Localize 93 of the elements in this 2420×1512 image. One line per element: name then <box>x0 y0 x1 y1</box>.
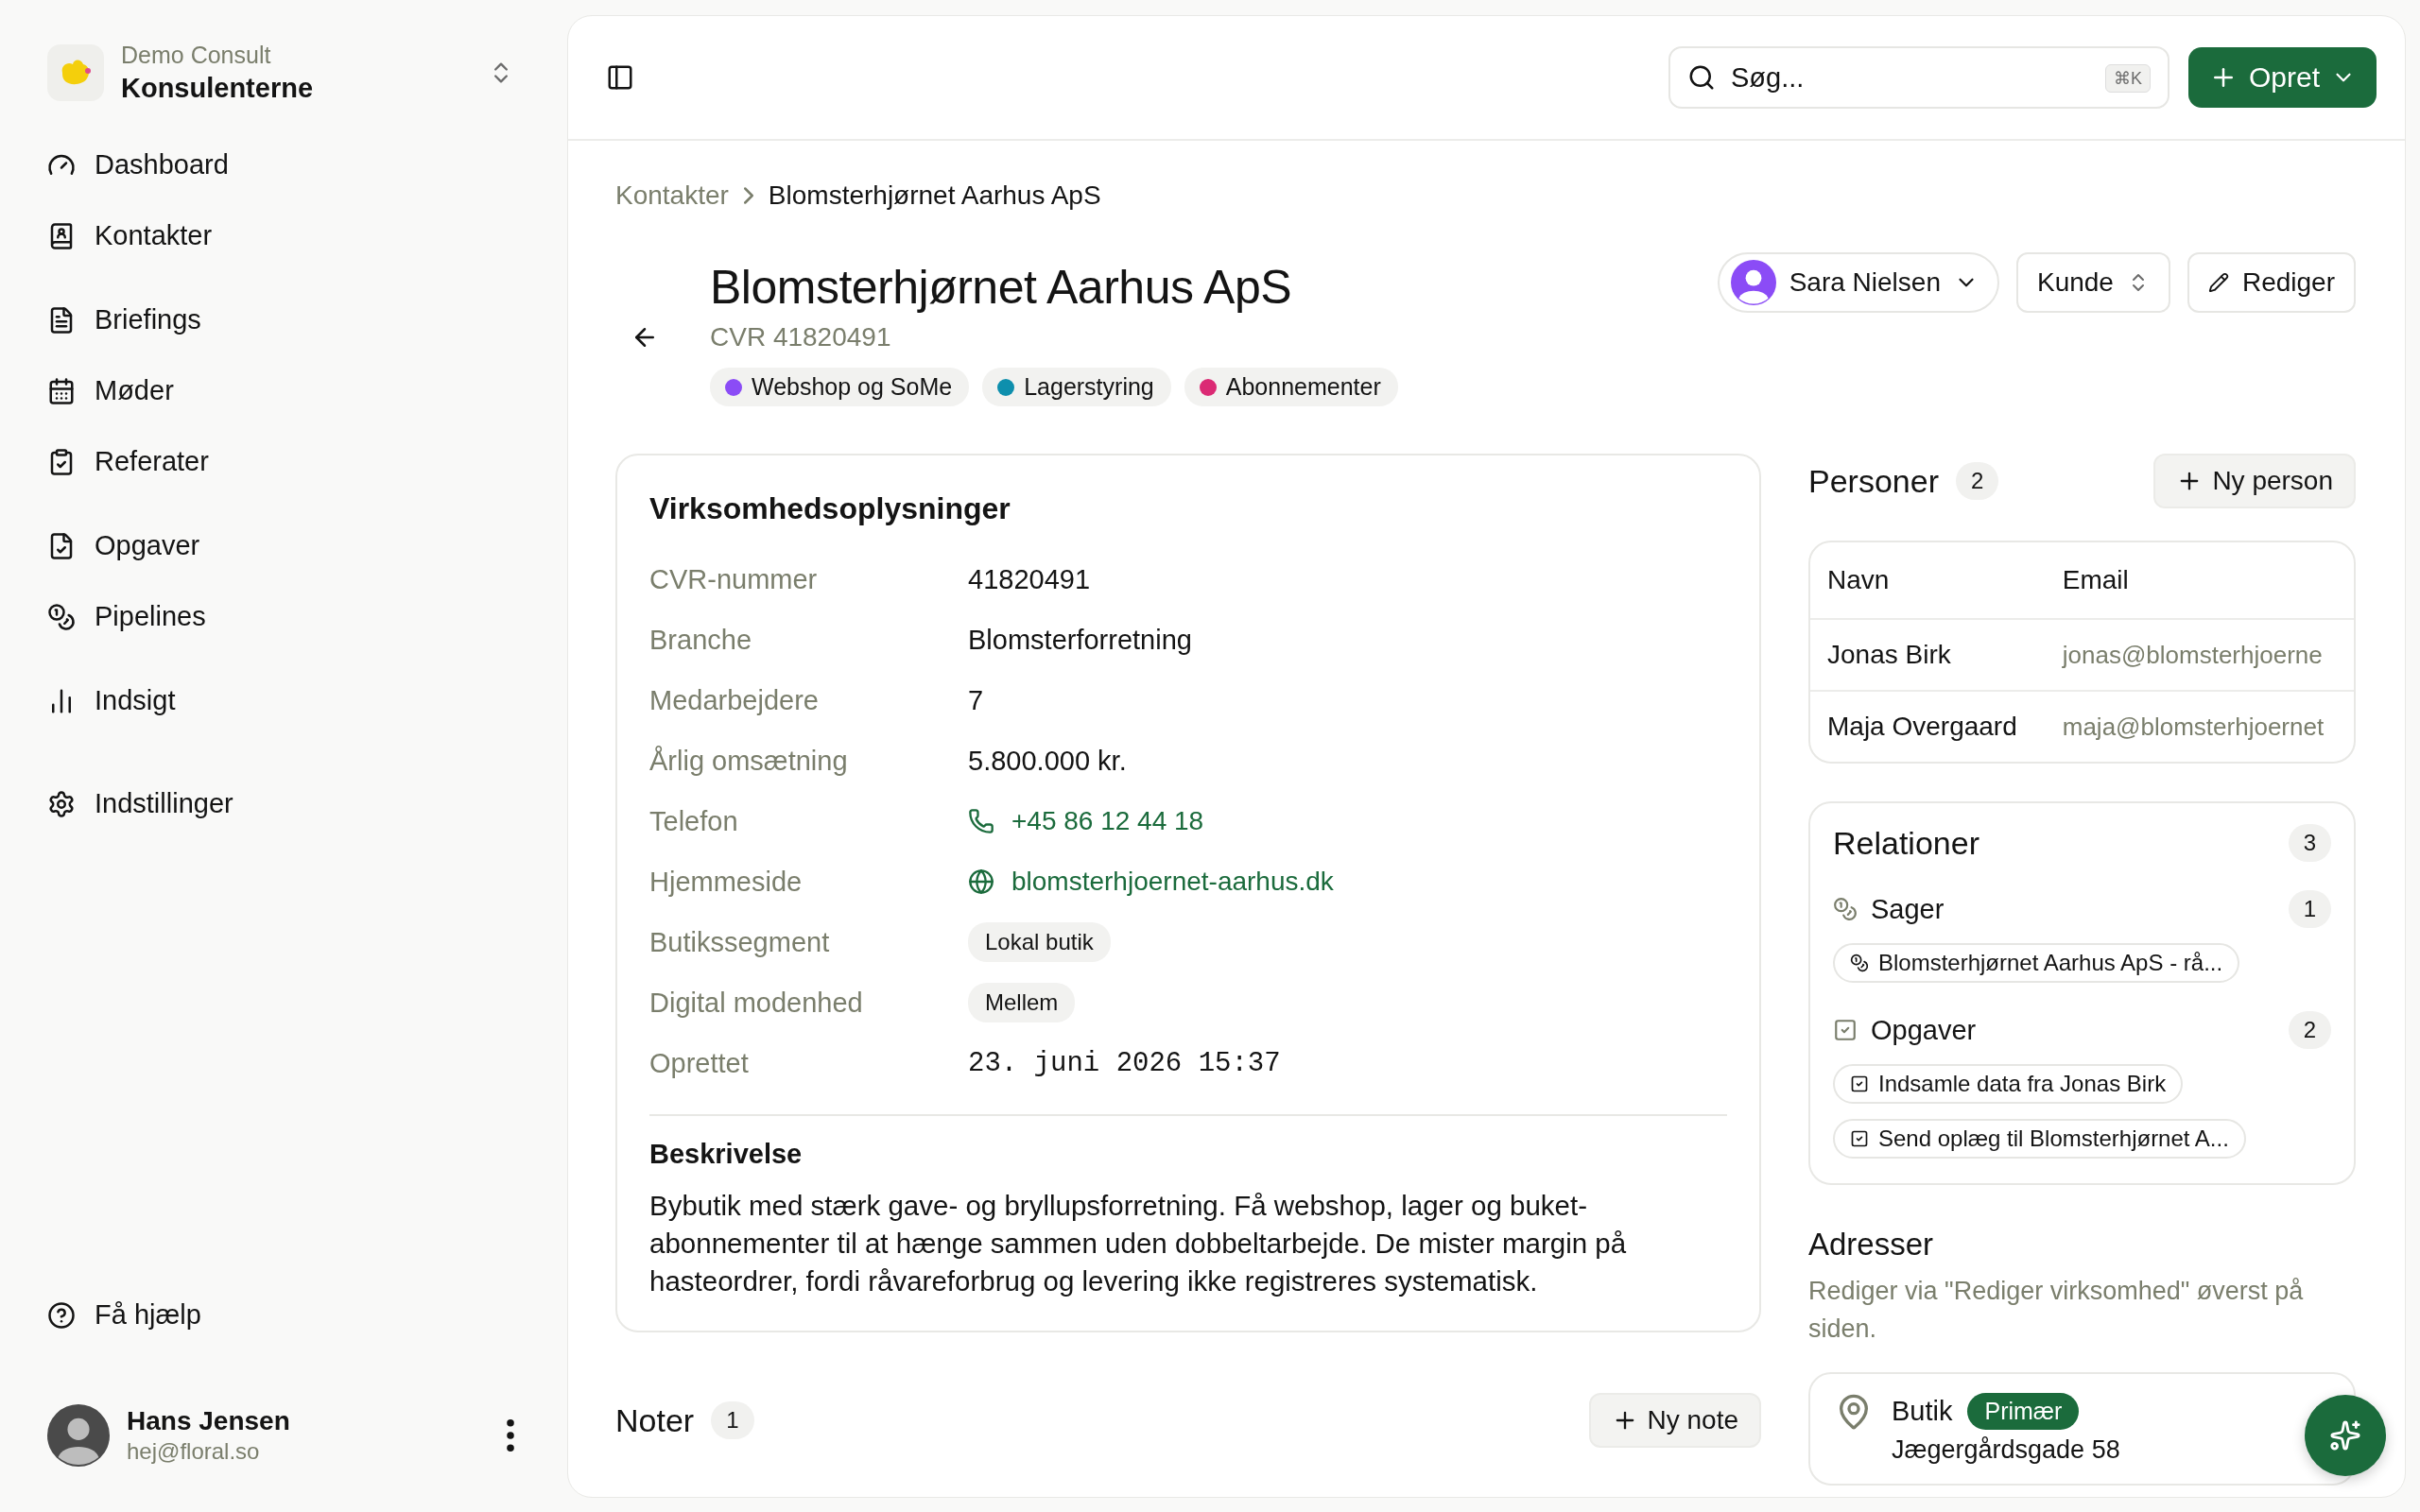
section-title: Adresser <box>1808 1227 1935 1263</box>
user-email: hej@floral.so <box>127 1438 261 1465</box>
calendar-icon <box>47 376 76 405</box>
help-icon <box>47 1300 76 1330</box>
field-label: CVR-nummer <box>649 563 819 595</box>
user-name: Hans Jensen <box>127 1406 291 1436</box>
field-value: 7 <box>968 684 984 716</box>
chevron-right-icon <box>743 187 753 204</box>
field-value: 5.800.000 kr. <box>968 745 1127 777</box>
checkbox-icon <box>1833 1018 1858 1042</box>
field-label: Digital modenhed <box>649 987 864 1019</box>
field-value: 41820491 <box>968 563 1091 595</box>
breadcrumb-current: Blomsterhjørnet Aarhus ApS <box>768 180 1101 211</box>
nav-item[interactable]: Møder <box>47 368 174 414</box>
table-cell: Jonas Birk <box>1810 619 2046 691</box>
logo-icon <box>47 44 104 101</box>
section-title: Noter <box>615 1401 695 1439</box>
address-line: Jægergårdsgade 58 <box>1892 1435 2120 1465</box>
field-label: Oprettet <box>649 1047 750 1079</box>
tag: Abonnementer <box>1184 368 1398 406</box>
checkbox-icon <box>1850 1129 1869 1148</box>
field-chip: Mellem <box>968 983 1076 1022</box>
breadcrumb-link[interactable]: Kontakter <box>615 180 729 211</box>
new-person-button[interactable]: Ny person <box>2153 454 2356 508</box>
nav-item[interactable]: Pipelines <box>47 593 206 640</box>
field-label: Årlig omsætning <box>649 745 849 777</box>
coins-icon <box>1850 954 1869 972</box>
phone-icon <box>968 808 994 834</box>
nav-item[interactable]: Briefings <box>47 297 201 343</box>
card-title: Relationer <box>1833 824 1979 862</box>
field-value: 23. juni 2026 15:37 <box>968 1047 1281 1079</box>
sidebar-toggle-icon <box>606 63 634 92</box>
edit-button[interactable]: Rediger <box>2187 252 2356 313</box>
field-label: Branche <box>649 624 752 656</box>
relation-chip[interactable]: Send oplæg til Blomsterhjørnet A... <box>1833 1119 2246 1159</box>
owner-avatar <box>1730 260 1776 305</box>
table-cell: maja@blomsterhjoernet <box>2045 691 2354 762</box>
column-header: Email <box>2045 542 2354 619</box>
nav-item[interactable]: Dashboard <box>47 142 229 188</box>
owner-select[interactable]: Sara Nielsen <box>1717 252 1999 313</box>
field-value: Blomsterforretning <box>968 624 1192 656</box>
nav-item[interactable]: Indsigt <box>47 678 176 724</box>
address-label: Butik <box>1892 1396 1953 1427</box>
count-badge: 1 <box>2288 890 2331 928</box>
tag: Lagerstyring <box>982 368 1171 406</box>
org-caption: Demo Consult <box>121 42 272 69</box>
description-text: Bybutik med stærk gave- og bryllupsforretning. Få webshop, lager og buket-abonnementer til at hænge sammen uden dobbeltarbejde. De mister margin på hasteordrer, fordi råvareforbrug og levering ikke registreres systematisk. <box>649 1189 1628 1298</box>
status-select[interactable]: Kunde <box>2015 252 2170 313</box>
cvr-number: CVR 41820491 <box>710 322 892 352</box>
website-link[interactable]: blomsterhjoernet-aarhus.dk <box>968 867 1334 897</box>
checkbox-icon <box>1850 1074 1869 1093</box>
nav-item[interactable]: Indstillinger <box>47 781 233 827</box>
section-title: Personer <box>1808 462 1939 500</box>
new-note-button[interactable]: Ny note <box>1588 1393 1761 1448</box>
field-label: Butikssegment <box>649 926 831 958</box>
count-badge: 2 <box>2288 1011 2331 1049</box>
create-button[interactable]: Opret <box>2187 47 2377 108</box>
shortcut-hint: ⌘K <box>2104 64 2151 93</box>
org-name: Konsulenterne <box>121 73 315 104</box>
relation-chip[interactable]: Blomsterhjørnet Aarhus ApS - rå... <box>1833 943 2240 983</box>
coins-icon <box>1833 897 1858 921</box>
nav-item[interactable]: Kontakter <box>47 213 213 259</box>
tag: Webshop og SoMe <box>710 368 970 406</box>
description-title: Beskrivelse <box>649 1139 804 1170</box>
more-icon <box>507 1419 514 1452</box>
sparkles-icon <box>2329 1419 2361 1452</box>
coins-icon <box>47 602 76 631</box>
field-label: Hjemmeside <box>649 866 804 898</box>
card-title: Virksomhedsoplysninger <box>649 491 1011 526</box>
globe-icon <box>968 868 994 895</box>
assistant-button[interactable] <box>2305 1395 2386 1476</box>
count-badge: 2 <box>1955 462 1999 500</box>
field-label: Telefon <box>649 805 739 837</box>
nav-item[interactable]: Opgaver <box>47 523 200 569</box>
address-hint: Rediger via "Rediger virksomhed" øverst på siden. <box>1808 1276 2305 1345</box>
nav-item[interactable]: Referater <box>47 438 209 485</box>
pencil-icon <box>2207 272 2229 293</box>
count-badge: 3 <box>2288 824 2331 862</box>
phone-link[interactable]: +45 86 12 44 18 <box>968 806 1204 836</box>
count-badge: 1 <box>711 1401 754 1439</box>
relation-label: Sager <box>1871 893 1945 925</box>
field-label: Medarbejdere <box>649 684 820 716</box>
field-chip: Lokal butik <box>968 922 1111 962</box>
table-cell: Maja Overgaard <box>1810 691 2046 762</box>
user-avatar <box>47 1404 110 1467</box>
help-link[interactable]: Få hjælp <box>47 1292 201 1338</box>
primary-badge: Primær <box>1967 1393 2080 1430</box>
company-title: Blomsterhjørnet Aarhus ApS <box>710 260 1293 315</box>
relation-label: Opgaver <box>1871 1014 1978 1046</box>
table-cell: jonas@blomsterhjoerne <box>2045 619 2354 691</box>
column-header: Navn <box>1810 542 2046 619</box>
relation-chip[interactable]: Indsamle data fra Jonas Birk <box>1833 1064 2184 1104</box>
settings-icon <box>47 789 76 818</box>
